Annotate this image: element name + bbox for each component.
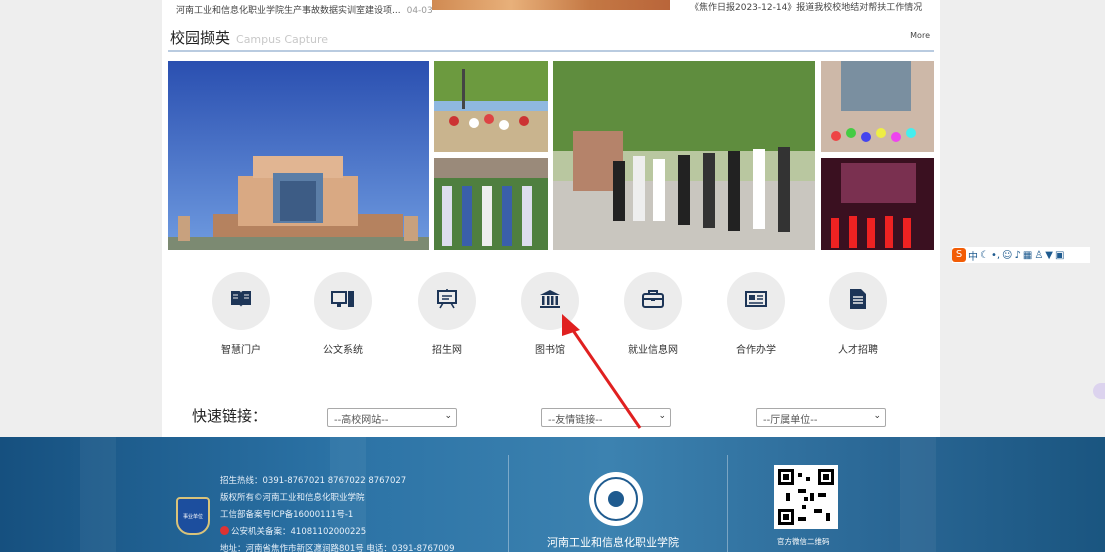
quick-link-employment[interactable]: 就业信息网 (608, 272, 698, 356)
quick-nav-title: 快速链接： (192, 407, 268, 425)
select-affiliated-units[interactable]: --厅属单位-- ⌄ (756, 408, 886, 427)
college-name: 河南工业和信息化职业学院 (547, 536, 679, 549)
sogou-logo-icon: S (952, 248, 966, 262)
news-item-left[interactable]: 河南工业和信息化职业学院生产事故数据实训室建设项... 04-03 (176, 3, 433, 16)
section-title: 校园撷英 Campus Capture (170, 29, 329, 47)
presentation-board-icon (436, 288, 458, 314)
document-icon (849, 288, 867, 314)
quick-link-label: 公文系统 (323, 345, 363, 356)
library-building-icon (539, 289, 561, 313)
quick-link-label: 招生网 (432, 345, 462, 356)
news-thumbnail[interactable] (432, 0, 670, 10)
computer-icon (331, 289, 355, 313)
moon-icon: ☾ (980, 249, 989, 261)
footer-police[interactable]: 公安机关备案：41081102000225 (220, 524, 454, 541)
qr-code (774, 465, 838, 529)
quick-link-label: 图书馆 (535, 345, 565, 356)
footer-phone: 招生热线：0391-8767021 8767022 8767027 (220, 476, 407, 486)
quick-link-label: 人才招聘 (838, 345, 878, 356)
footer-address: 地址：河南省焦作市新区瀍涧路801号 电话：0391-8767009 (220, 544, 455, 552)
footer: 事业单位 招生热线：0391-8767021 8767022 8767027 版… (0, 437, 1105, 552)
select-friend-links[interactable]: --友情链接-- ⌄ (541, 408, 671, 427)
footer-info: 招生热线：0391-8767021 8767022 8767027 版权所有©河… (220, 473, 454, 552)
user-icon: ♙ (1034, 249, 1044, 261)
quick-link-portal[interactable]: 智慧门户 (196, 272, 286, 356)
qr-caption: 官方微信二维码 (777, 537, 830, 546)
chevron-down-icon: ⌄ (658, 411, 666, 421)
chevron-down-icon: ⌄ (444, 411, 452, 421)
students-group-photo[interactable] (553, 61, 815, 250)
college-logo (589, 472, 643, 526)
main-building-photo[interactable] (168, 61, 429, 250)
keyboard-icon: ▦ (1022, 249, 1033, 261)
stage-performance-photo[interactable] (821, 61, 934, 152)
side-float-button[interactable] (1093, 383, 1105, 399)
quick-link-library[interactable]: 图书馆 (505, 272, 595, 356)
emoji-icon: ☺ (1002, 249, 1013, 261)
quick-link-docs[interactable]: 公文系统 (298, 272, 388, 356)
quick-link-label: 合作办学 (736, 345, 776, 356)
footer-copyright: 版权所有©河南工业和信息化职业学院 (220, 493, 365, 503)
police-badge-icon (220, 526, 229, 535)
book-open-icon (230, 289, 252, 313)
punctuation-icon: •, (990, 249, 1001, 261)
dance-performance-photo[interactable] (821, 158, 934, 250)
section-subtitle: Campus Capture (236, 33, 329, 46)
top-news-row: 河南工业和信息化职业学院生产事故数据实训室建设项... 04-03 《焦作日报20… (162, 0, 940, 16)
quick-link-label: 就业信息网 (628, 345, 678, 356)
briefcase-icon (642, 290, 664, 312)
quick-link-recruitment[interactable]: 人才招聘 (813, 272, 903, 356)
grid-icon: ▣ (1055, 249, 1065, 261)
select-university-sites[interactable]: --高校网站-- ⌄ (327, 408, 457, 427)
more-link[interactable]: More (910, 31, 930, 40)
ime-language: 中 (968, 251, 978, 263)
ime-toolbar[interactable]: S 中 ☾ •, ☺ ♪ ▦ ♙ ▼ ▣ (952, 247, 1090, 263)
main-content: 河南工业和信息化职业学院生产事故数据实训室建设项... 04-03 《焦作日报20… (162, 0, 940, 437)
parade-photo[interactable] (434, 158, 548, 250)
institution-badge: 事业单位 (176, 497, 210, 535)
footer-icp[interactable]: 工信部备案号ICP备16000111号-1 (220, 507, 454, 524)
quick-link-label: 智慧门户 (221, 345, 261, 356)
shirt-icon: ▼ (1045, 249, 1053, 261)
basketball-photo[interactable] (434, 61, 548, 152)
footer-divider (508, 455, 509, 552)
quick-link-cooperation[interactable]: 合作办学 (711, 272, 801, 356)
news-date: 04-03 (406, 6, 433, 16)
footer-divider (727, 455, 728, 552)
mic-icon: ♪ (1014, 249, 1021, 261)
section-divider (168, 50, 934, 52)
chevron-down-icon: ⌄ (873, 411, 881, 421)
quick-link-admissions[interactable]: 招生网 (402, 272, 492, 356)
news-item-right[interactable]: 《焦作日报2023-12-14》报道我校校地结对帮扶工作情况 (690, 0, 922, 13)
newspaper-icon (745, 290, 767, 312)
